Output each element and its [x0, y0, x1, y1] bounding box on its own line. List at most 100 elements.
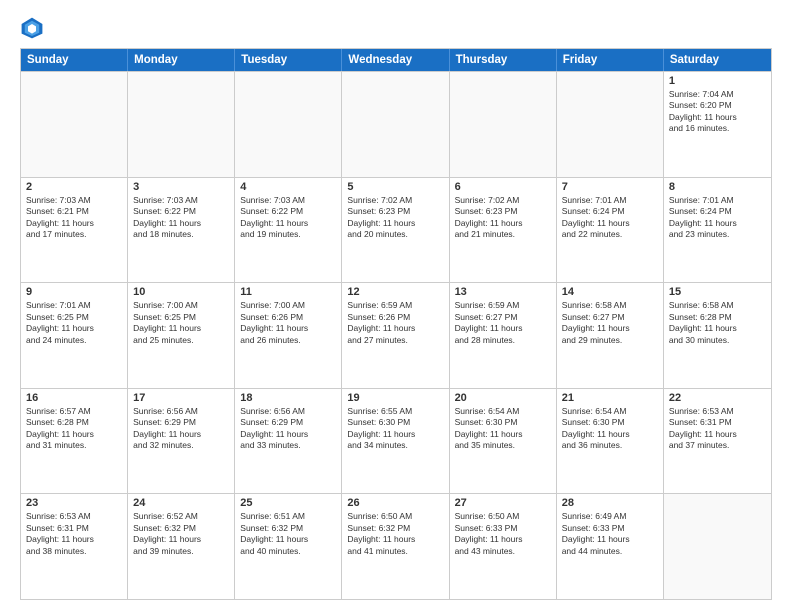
day-number: 19	[347, 392, 443, 404]
logo	[20, 16, 48, 40]
table-row: 7 Sunrise: 7:01 AM Sunset: 6:24 PM Daylig…	[557, 178, 664, 283]
day-number: 13	[455, 286, 551, 298]
day-number: 17	[133, 392, 229, 404]
day-info: Sunrise: 7:01 AM Sunset: 6:24 PM Dayligh…	[562, 195, 658, 241]
day-number: 6	[455, 181, 551, 193]
table-row: 14 Sunrise: 6:58 AM Sunset: 6:27 PM Dayli…	[557, 283, 664, 388]
day-info: Sunrise: 7:01 AM Sunset: 6:24 PM Dayligh…	[669, 195, 766, 241]
calendar: SundayMondayTuesdayWednesdayThursdayFrid…	[20, 48, 772, 600]
day-number: 22	[669, 392, 766, 404]
day-info: Sunrise: 6:53 AM Sunset: 6:31 PM Dayligh…	[669, 406, 766, 452]
day-number: 28	[562, 497, 658, 509]
day-number: 20	[455, 392, 551, 404]
table-row: 3 Sunrise: 7:03 AM Sunset: 6:22 PM Daylig…	[128, 178, 235, 283]
calendar-week-3: 9 Sunrise: 7:01 AM Sunset: 6:25 PM Daylig…	[21, 282, 771, 388]
day-info: Sunrise: 6:51 AM Sunset: 6:32 PM Dayligh…	[240, 511, 336, 557]
table-row: 8 Sunrise: 7:01 AM Sunset: 6:24 PM Daylig…	[664, 178, 771, 283]
day-info: Sunrise: 7:03 AM Sunset: 6:22 PM Dayligh…	[133, 195, 229, 241]
day-number: 1	[669, 75, 766, 87]
day-number: 24	[133, 497, 229, 509]
table-row: 4Sunrise: 7:03 AM Sunset: 6:22 PM Daylig…	[235, 178, 342, 283]
table-row: 15 Sunrise: 6:58 AM Sunset: 6:28 PM Dayli…	[664, 283, 771, 388]
calendar-header: SundayMondayTuesdayWednesdayThursdayFrid…	[21, 49, 771, 71]
page: SundayMondayTuesdayWednesdayThursdayFrid…	[0, 0, 792, 612]
day-number: 8	[669, 181, 766, 193]
table-row: 11 Sunrise: 7:00 AM Sunset: 6:26 PM Dayli…	[235, 283, 342, 388]
logo-icon	[20, 16, 44, 40]
table-row: 16 Sunrise: 6:57 AM Sunset: 6:28 PM Dayli…	[21, 389, 128, 494]
calendar-week-2: 2 Sunrise: 7:03 AM Sunset: 6:21 PM Daylig…	[21, 177, 771, 283]
day-number: 25	[240, 497, 336, 509]
table-row: 18 Sunrise: 6:56 AM Sunset: 6:29 PM Dayli…	[235, 389, 342, 494]
table-row: 6Sunrise: 7:02 AM Sunset: 6:23 PM Daylig…	[450, 178, 557, 283]
table-row: 2 Sunrise: 7:03 AM Sunset: 6:21 PM Daylig…	[21, 178, 128, 283]
table-row: 25 Sunrise: 6:51 AM Sunset: 6:32 PM Dayli…	[235, 494, 342, 599]
day-info: Sunrise: 7:00 AM Sunset: 6:25 PM Dayligh…	[133, 300, 229, 346]
table-row	[664, 494, 771, 599]
day-number: 2	[26, 181, 122, 193]
day-info: Sunrise: 6:57 AM Sunset: 6:28 PM Dayligh…	[26, 406, 122, 452]
day-number: 21	[562, 392, 658, 404]
day-info: Sunrise: 6:53 AM Sunset: 6:31 PM Dayligh…	[26, 511, 122, 557]
header-day-monday: Monday	[128, 49, 235, 71]
day-info: Sunrise: 6:55 AM Sunset: 6:30 PM Dayligh…	[347, 406, 443, 452]
day-info: Sunrise: 6:52 AM Sunset: 6:32 PM Dayligh…	[133, 511, 229, 557]
day-info: Sunrise: 6:49 AM Sunset: 6:33 PM Dayligh…	[562, 511, 658, 557]
table-row: 26 Sunrise: 6:50 AM Sunset: 6:32 PM Dayli…	[342, 494, 449, 599]
day-info: Sunrise: 7:00 AM Sunset: 6:26 PM Dayligh…	[240, 300, 336, 346]
day-number: 27	[455, 497, 551, 509]
table-row: 10 Sunrise: 7:00 AM Sunset: 6:25 PM Dayli…	[128, 283, 235, 388]
day-info: Sunrise: 6:54 AM Sunset: 6:30 PM Dayligh…	[455, 406, 551, 452]
table-row: 13 Sunrise: 6:59 AM Sunset: 6:27 PM Dayli…	[450, 283, 557, 388]
table-row: 9 Sunrise: 7:01 AM Sunset: 6:25 PM Daylig…	[21, 283, 128, 388]
table-row	[235, 72, 342, 177]
table-row: 20 Sunrise: 6:54 AM Sunset: 6:30 PM Dayli…	[450, 389, 557, 494]
table-row: 12Sunrise: 6:59 AM Sunset: 6:26 PM Dayli…	[342, 283, 449, 388]
table-row	[557, 72, 664, 177]
day-info: Sunrise: 6:59 AM Sunset: 6:27 PM Dayligh…	[455, 300, 551, 346]
day-number: 5	[347, 181, 443, 193]
table-row: 22 Sunrise: 6:53 AM Sunset: 6:31 PM Dayli…	[664, 389, 771, 494]
table-row	[450, 72, 557, 177]
day-info: Sunrise: 6:50 AM Sunset: 6:33 PM Dayligh…	[455, 511, 551, 557]
calendar-week-5: 23 Sunrise: 6:53 AM Sunset: 6:31 PM Dayli…	[21, 493, 771, 599]
calendar-week-1: 1 Sunrise: 7:04 AM Sunset: 6:20 PM Daylig…	[21, 71, 771, 177]
day-number: 26	[347, 497, 443, 509]
day-number: 9	[26, 286, 122, 298]
day-number: 7	[562, 181, 658, 193]
day-info: Sunrise: 6:54 AM Sunset: 6:30 PM Dayligh…	[562, 406, 658, 452]
table-row: 17 Sunrise: 6:56 AM Sunset: 6:29 PM Dayli…	[128, 389, 235, 494]
header-day-friday: Friday	[557, 49, 664, 71]
day-number: 16	[26, 392, 122, 404]
table-row: 27 Sunrise: 6:50 AM Sunset: 6:33 PM Dayli…	[450, 494, 557, 599]
calendar-week-4: 16 Sunrise: 6:57 AM Sunset: 6:28 PM Dayli…	[21, 388, 771, 494]
table-row	[342, 72, 449, 177]
day-info: Sunrise: 7:01 AM Sunset: 6:25 PM Dayligh…	[26, 300, 122, 346]
day-number: 23	[26, 497, 122, 509]
day-info: Sunrise: 6:50 AM Sunset: 6:32 PM Dayligh…	[347, 511, 443, 557]
table-row: 1 Sunrise: 7:04 AM Sunset: 6:20 PM Daylig…	[664, 72, 771, 177]
header-day-thursday: Thursday	[450, 49, 557, 71]
header-day-sunday: Sunday	[21, 49, 128, 71]
day-info: Sunrise: 6:56 AM Sunset: 6:29 PM Dayligh…	[133, 406, 229, 452]
day-info: Sunrise: 7:03 AM Sunset: 6:22 PM Dayligh…	[240, 195, 336, 241]
table-row: 21 Sunrise: 6:54 AM Sunset: 6:30 PM Dayli…	[557, 389, 664, 494]
table-row	[21, 72, 128, 177]
day-number: 14	[562, 286, 658, 298]
day-info: Sunrise: 7:04 AM Sunset: 6:20 PM Dayligh…	[669, 89, 766, 135]
day-info: Sunrise: 6:56 AM Sunset: 6:29 PM Dayligh…	[240, 406, 336, 452]
day-number: 18	[240, 392, 336, 404]
day-number: 10	[133, 286, 229, 298]
header-day-tuesday: Tuesday	[235, 49, 342, 71]
day-info: Sunrise: 7:03 AM Sunset: 6:21 PM Dayligh…	[26, 195, 122, 241]
day-info: Sunrise: 6:59 AM Sunset: 6:26 PM Dayligh…	[347, 300, 443, 346]
day-number: 3	[133, 181, 229, 193]
day-info: Sunrise: 6:58 AM Sunset: 6:27 PM Dayligh…	[562, 300, 658, 346]
table-row: 19 Sunrise: 6:55 AM Sunset: 6:30 PM Dayli…	[342, 389, 449, 494]
table-row: 23 Sunrise: 6:53 AM Sunset: 6:31 PM Dayli…	[21, 494, 128, 599]
header	[20, 16, 772, 40]
day-number: 15	[669, 286, 766, 298]
table-row: 24 Sunrise: 6:52 AM Sunset: 6:32 PM Dayli…	[128, 494, 235, 599]
day-info: Sunrise: 6:58 AM Sunset: 6:28 PM Dayligh…	[669, 300, 766, 346]
day-number: 11	[240, 286, 336, 298]
